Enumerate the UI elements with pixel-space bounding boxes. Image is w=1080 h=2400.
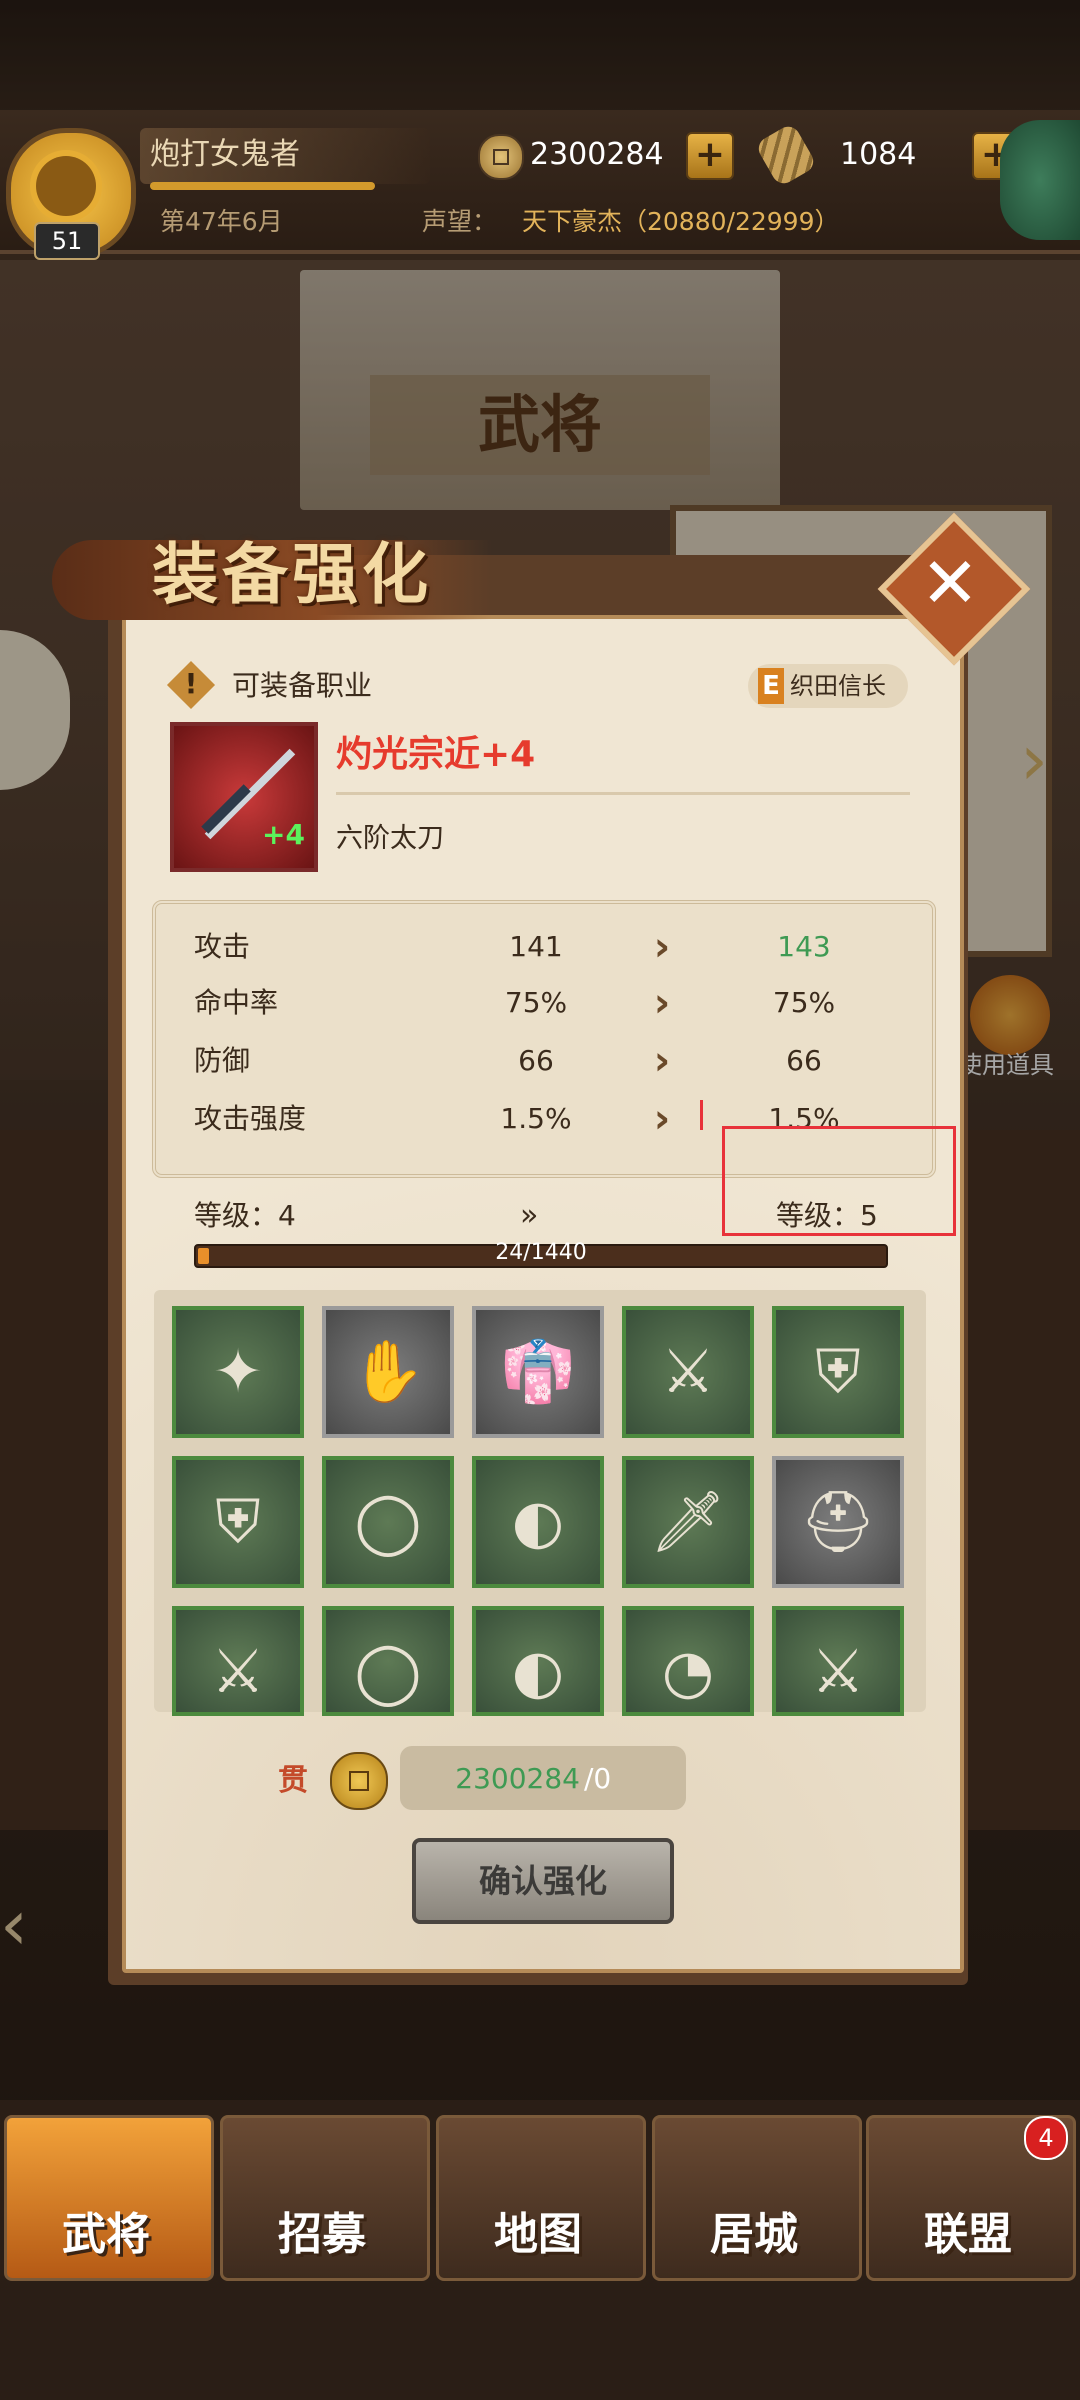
sword-icon: ⚔ <box>211 1637 265 1707</box>
material-slot-pink-armor[interactable]: ⛨ <box>172 1456 304 1588</box>
stat-label: 攻击强度 <box>194 1102 307 1135</box>
gold-value: 2300284 <box>530 137 664 172</box>
stat-arrow-icon: › <box>653 980 671 1026</box>
player-name: 炮打女鬼者 <box>150 137 300 172</box>
robe-icon: 👘 <box>500 1337 576 1407</box>
nav-label: 武将 <box>62 2209 150 2260</box>
material-slot-dagger[interactable]: 🗡 <box>622 1456 754 1588</box>
pink-armor-icon: ⛨ <box>215 1487 261 1557</box>
fame-value: 天下豪杰（20880/22999） <box>522 207 840 236</box>
alliance-badge: 4 <box>1024 2116 1068 2160</box>
cost-label: 贯 <box>278 1763 308 1798</box>
headband-icon: ◯ <box>354 1487 422 1557</box>
gauntlet-icon: ✋ <box>350 1337 426 1407</box>
katana-icon: ⚔ <box>661 1337 715 1407</box>
fan-icon: ◔ <box>661 1637 715 1707</box>
sandals-icon: ◐ <box>511 1637 565 1707</box>
material-slot-fan[interactable]: ◔ <box>622 1606 754 1716</box>
material-slot-sandals[interactable]: ◐ <box>472 1606 604 1716</box>
level-current: 等级：4 <box>194 1199 296 1232</box>
stat-current: 66 <box>518 1044 554 1077</box>
stat-current: 75% <box>504 986 568 1019</box>
item-type: 六阶太刀 <box>336 823 444 854</box>
close-icon[interactable]: ✕ <box>910 538 990 628</box>
katana-icon: ⚔ <box>811 1637 865 1707</box>
material-slot-red-armor[interactable]: ⛨ <box>772 1306 904 1438</box>
stat-current: 141 <box>509 930 563 963</box>
material-slot-helmet[interactable]: ⛑ <box>772 1456 904 1588</box>
annotation-tick <box>700 1100 703 1130</box>
red-armor-icon: ⛨ <box>815 1337 861 1407</box>
nav-label: 联盟 <box>924 2209 1012 2260</box>
material-slot-headband[interactable]: ◯ <box>322 1456 454 1588</box>
stat-next: 66 <box>786 1044 822 1077</box>
stat-arrow-icon: › <box>653 1038 671 1084</box>
coin-icon <box>330 1752 388 1810</box>
confirm-upgrade-button[interactable]: 确认强化 <box>412 1838 674 1924</box>
material-slot-katana[interactable]: ⚔ <box>622 1306 754 1438</box>
item-name: 灼光宗近+4 <box>336 734 536 775</box>
dagger-icon: 🗡 <box>649 1487 727 1557</box>
stat-next: 75% <box>772 986 836 1019</box>
annotation-box <box>722 1126 956 1236</box>
cost-have: 2300284 <box>455 1762 580 1795</box>
material-slot-headband[interactable]: ◯ <box>322 1606 454 1716</box>
material-slot-katana[interactable]: ⚔ <box>772 1606 904 1716</box>
nav-label: 招募 <box>278 2209 366 2260</box>
headband-icon: ◯ <box>354 1637 422 1707</box>
item-divider <box>336 792 910 795</box>
nav-label: 居城 <box>710 2209 798 2260</box>
helmet-icon: ⛑ <box>799 1487 877 1557</box>
player-exp-bar <box>150 182 375 190</box>
star-crystal-icon: ✦ <box>212 1337 264 1407</box>
player-level-badge: 51 <box>34 222 100 260</box>
stat-label: 防御 <box>194 1044 251 1077</box>
game-date: 第47年6月 <box>160 207 283 236</box>
job-label: 可装备职业 <box>232 669 373 702</box>
add-gold-button[interactable]: + <box>686 132 734 180</box>
crest-flower-icon <box>36 156 96 216</box>
warning-mark: ! <box>184 667 198 700</box>
job-tag-letter: E <box>758 668 784 704</box>
coin-icon <box>478 134 524 180</box>
sandals-icon: ◐ <box>511 1487 565 1557</box>
material-slot-star-crystal[interactable]: ✦ <box>172 1306 304 1438</box>
stat-current: 1.5% <box>500 1102 572 1135</box>
stat-arrow-icon: › <box>653 924 671 970</box>
stat-label: 命中率 <box>194 986 279 1019</box>
material-slot-robe[interactable]: 👘 <box>472 1306 604 1438</box>
material-slot-sword[interactable]: ⚔ <box>172 1606 304 1716</box>
modal-title: 装备强化 <box>152 536 432 613</box>
material-slot-sandals[interactable]: ◐ <box>472 1456 604 1588</box>
material-slot-gauntlet[interactable]: ✋ <box>322 1306 454 1438</box>
item-plus-level: +4 <box>262 818 305 851</box>
stat-arrow-icon: › <box>653 1096 671 1142</box>
job-tag-name: 织田信长 <box>790 672 886 700</box>
stat-label: 攻击 <box>194 930 251 963</box>
stat-next: 143 <box>777 930 831 963</box>
cost-need: /0 <box>584 1762 612 1795</box>
fame-label: 声望： <box>422 207 498 236</box>
nav-label: 地图 <box>494 2209 582 2260</box>
exp-progress-text: 24/1440 <box>495 1240 587 1265</box>
level-arrows-icon: » <box>520 1198 539 1233</box>
tree-decoration <box>1000 120 1080 240</box>
scroll-value: 1084 <box>840 137 917 172</box>
